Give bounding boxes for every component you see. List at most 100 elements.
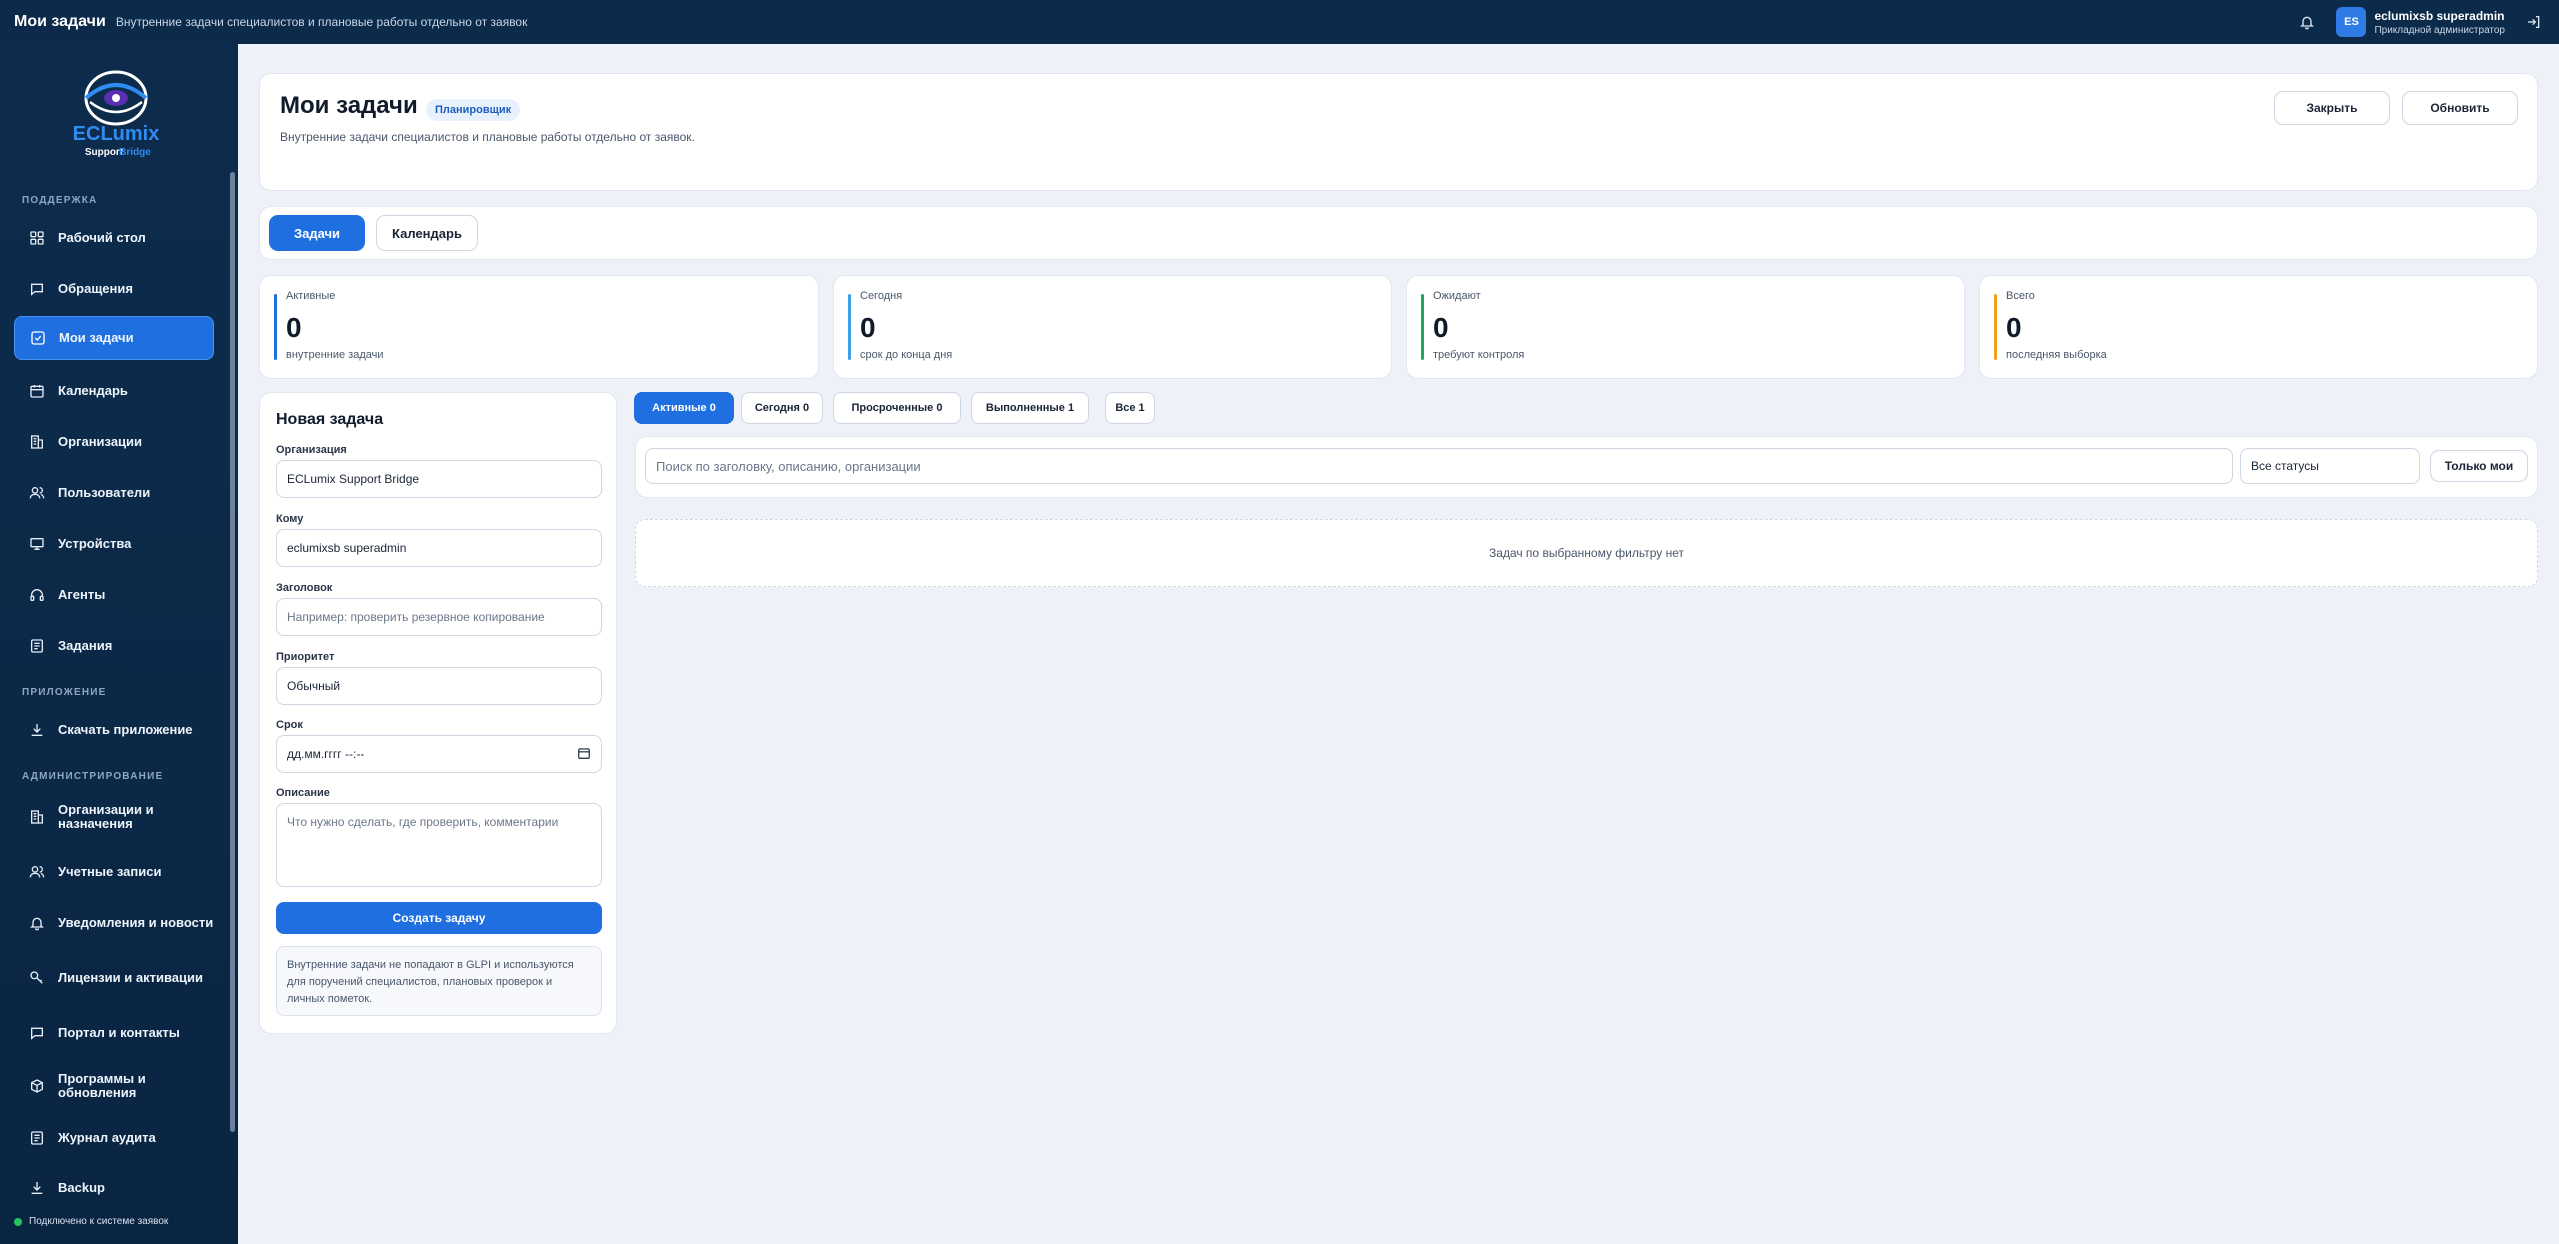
stat-note: требуют контроля [1433, 349, 1525, 361]
sidebar-item-label: Журнал аудита [58, 1130, 156, 1145]
assignee-select[interactable]: eclumixsb superadmin [276, 529, 602, 567]
sidebar-item-label: Учетные записи [58, 864, 162, 879]
view-tabs: Задачи Календарь [259, 206, 2538, 260]
avatar: ES [2336, 7, 2367, 37]
stat-accent [274, 294, 277, 360]
building-icon [28, 433, 46, 451]
due-placeholder: дд.мм.гггг --:-- [287, 747, 365, 761]
tab-calendar[interactable]: Календарь [376, 215, 478, 251]
doc-icon [28, 1129, 46, 1147]
stat-label: Ожидают [1433, 290, 1481, 302]
stat-card-total: Всего 0 последняя выборка [1979, 275, 2538, 379]
user-name: eclumixsb superadmin [2374, 8, 2505, 23]
section-support: ПОДДЕРЖКА [22, 195, 98, 206]
key-icon [28, 969, 46, 987]
sidebar-item-jobs[interactable]: Задания [14, 624, 214, 668]
users-icon [28, 484, 46, 502]
sidebar-item-label: Организации [58, 434, 143, 449]
stat-value: 0 [286, 312, 302, 343]
sidebar-item-org-assignments[interactable]: Организации и назначения [14, 795, 214, 839]
stat-accent [1994, 294, 1997, 360]
sidebar-item-label: Пользователи [58, 485, 151, 500]
sidebar-item-tickets[interactable]: Обращения [14, 267, 214, 311]
section-app: ПРИЛОЖЕНИЕ [22, 687, 107, 698]
sidebar-item-label: Обращения [58, 281, 133, 296]
sidebar-item-accounts[interactable]: Учетные записи [14, 850, 214, 894]
connection-status: Подключено к системе заявок [14, 1216, 168, 1227]
download-icon [28, 721, 46, 739]
sidebar-item-label: Устройства [58, 536, 132, 551]
sidebar-scrollbar[interactable] [230, 172, 235, 1132]
page-subtitle: Внутренние задачи специалистов и плановы… [280, 130, 695, 144]
sidebar-item-backup[interactable]: Backup [14, 1166, 214, 1210]
stat-label: Сегодня [860, 290, 903, 302]
filter-today[interactable]: Сегодня 0 [741, 392, 823, 424]
sidebar-item-my-tasks[interactable]: Мои задачи [14, 316, 214, 360]
org-label: Организация [276, 444, 347, 456]
subject-input[interactable]: Например: проверить резервное копировани… [276, 598, 602, 636]
stat-note: внутренние задачи [286, 349, 384, 361]
sidebar-item-devices[interactable]: Устройства [14, 522, 214, 566]
sidebar-item-calendar[interactable]: Календарь [14, 369, 214, 413]
stat-accent [848, 294, 851, 360]
sidebar-item-label: Задания [58, 638, 113, 653]
sidebar-item-label: Организации и назначения [58, 802, 154, 831]
sidebar-item-portal[interactable]: Портал и контакты [14, 1011, 214, 1055]
filter-all[interactable]: Все 1 [1105, 392, 1155, 424]
priority-select[interactable]: Обычный [276, 667, 602, 705]
desc-label: Описание [276, 787, 330, 799]
logout-icon[interactable] [2523, 11, 2545, 33]
org-select[interactable]: ECLumix Support Bridge [276, 460, 602, 498]
status-select[interactable]: Все статусы [2240, 448, 2420, 484]
filter-overdue[interactable]: Просроченные 0 [833, 392, 961, 424]
user-menu[interactable]: ES eclumixsb superadmin Прикладной админ… [2336, 7, 2505, 37]
chat-icon [28, 280, 46, 298]
sidebar-item-programs[interactable]: Программы и обновления [14, 1064, 214, 1108]
search-input[interactable]: Поиск по заголовку, описанию, организаци… [645, 448, 2233, 484]
new-task-form: Новая задача Организация ECLumix Support… [259, 392, 617, 1034]
only-mine-button[interactable]: Только мои [2430, 450, 2528, 482]
tab-tasks[interactable]: Задачи [269, 215, 365, 251]
sidebar-item-notifications[interactable]: Уведомления и новости [14, 901, 214, 945]
sidebar-item-audit[interactable]: Журнал аудита [14, 1116, 214, 1160]
sidebar-item-label: Скачать приложение [58, 722, 193, 737]
refresh-button[interactable]: Обновить [2402, 91, 2518, 125]
page-header: Мои задачи Планировщик Внутренние задачи… [259, 73, 2538, 191]
app-title: Мои задачи [14, 13, 106, 30]
close-button[interactable]: Закрыть [2274, 91, 2390, 125]
headset-icon [28, 586, 46, 604]
stat-value: 0 [1433, 312, 1449, 343]
bell-icon[interactable] [2294, 9, 2320, 35]
subject-label: Заголовок [276, 582, 333, 594]
due-datetime-input[interactable]: дд.мм.гггг --:-- [276, 735, 602, 773]
filter-active[interactable]: Активные 0 [634, 392, 734, 424]
form-title: Новая задача [276, 411, 384, 428]
sidebar-item-licenses[interactable]: Лицензии и активации [14, 956, 214, 1000]
sidebar-item-users[interactable]: Пользователи [14, 471, 214, 515]
sidebar-item-label: Программы и обновления [58, 1071, 146, 1100]
svg-text:Bridge: Bridge [119, 147, 151, 158]
create-task-button[interactable]: Создать задачу [276, 902, 602, 934]
checkbox-icon [29, 329, 47, 347]
sidebar-item-label: Уведомления и новости [58, 915, 214, 930]
stat-card-waiting: Ожидают 0 требуют контроля [1406, 275, 1965, 379]
brand-logo[interactable]: ECLumix Support Bridge [60, 58, 172, 164]
sidebar-item-dashboard[interactable]: Рабочий стол [14, 216, 214, 260]
users-icon [28, 863, 46, 881]
stat-card-active: Активные 0 внутренние задачи [259, 275, 819, 379]
sidebar-item-download-app[interactable]: Скачать приложение [14, 708, 214, 752]
filter-done[interactable]: Выполненные 1 [971, 392, 1089, 424]
stat-accent [1421, 294, 1424, 360]
sidebar-item-organizations[interactable]: Организации [14, 420, 214, 464]
stat-note: срок до конца дня [860, 349, 953, 361]
calendar-icon[interactable] [577, 746, 591, 763]
grid-icon [28, 229, 46, 247]
stat-card-today: Сегодня 0 срок до конца дня [833, 275, 1392, 379]
monitor-icon [28, 535, 46, 553]
sidebar-item-label: Портал и контакты [58, 1025, 180, 1040]
sidebar-item-label: Мои задачи [59, 330, 134, 345]
sidebar-item-agents[interactable]: Агенты [14, 573, 214, 617]
chat-icon [28, 1024, 46, 1042]
description-textarea[interactable]: Что нужно сделать, где проверить, коммен… [276, 803, 602, 887]
page-title: Мои задачи [280, 92, 418, 119]
